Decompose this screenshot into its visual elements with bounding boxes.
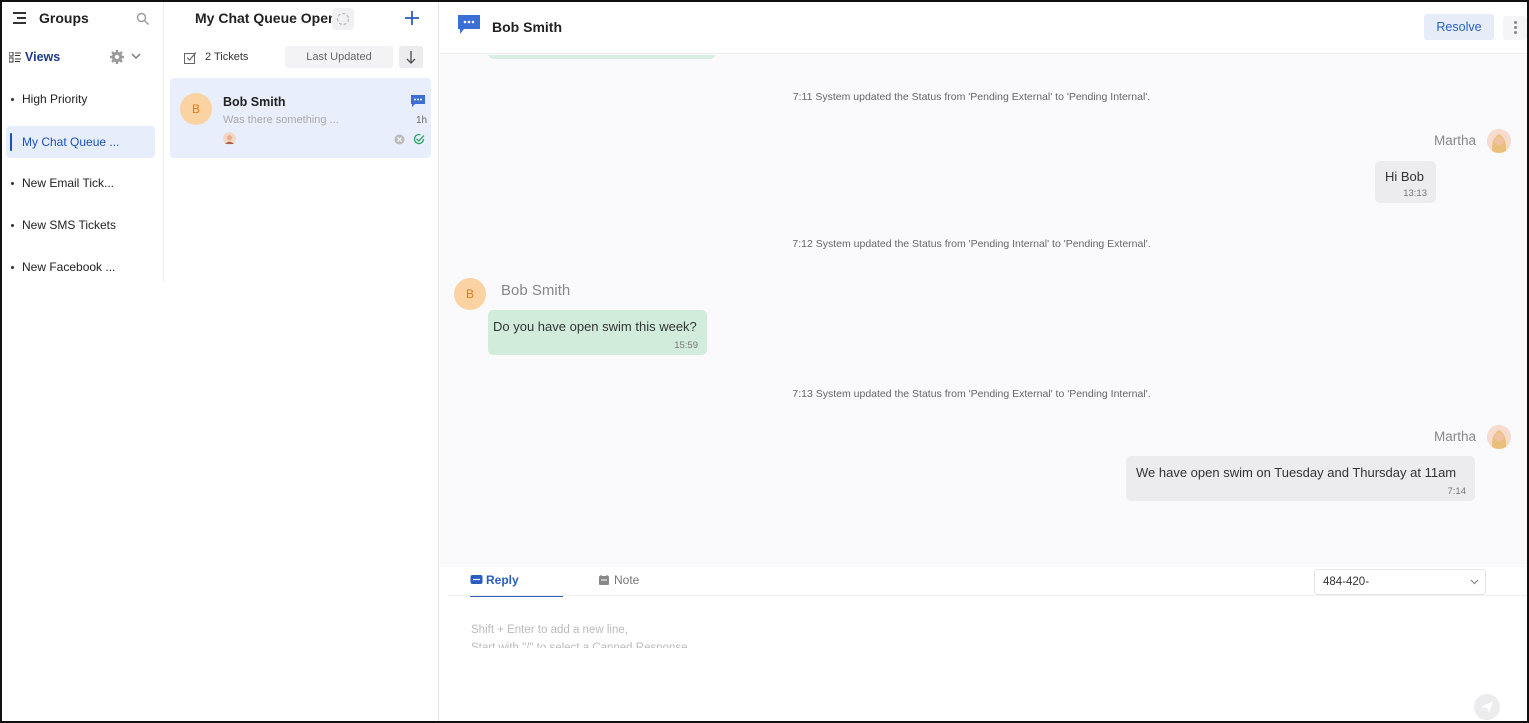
close-circle-icon[interactable]: [394, 134, 405, 145]
tab-reply[interactable]: Reply: [470, 573, 563, 597]
message-input[interactable]: Shift + Enter to add a new line, Start w…: [471, 621, 1071, 648]
refresh-icon: [336, 12, 350, 26]
gear-icon[interactable]: [109, 49, 125, 65]
agent-name: Martha: [1434, 429, 1477, 444]
resolve-button[interactable]: Resolve: [1424, 14, 1494, 40]
tickets-count: 2 Tickets: [205, 51, 249, 63]
tab-note[interactable]: Note: [598, 573, 658, 597]
send-icon[interactable]: [1474, 694, 1500, 720]
queue-panel: My Chat Queue Open 2 Tickets Last Update…: [165, 2, 439, 721]
reply-composer: Reply Note 484-420- Shift + Enter to add…: [448, 567, 1527, 648]
arrow-down-icon: [406, 51, 416, 64]
views-row: Views: [2, 46, 164, 70]
conversation-header: Bob Smith Resolve: [440, 2, 1527, 54]
ticket-time: 1h: [416, 115, 428, 126]
system-message: 7:11 System updated the Status from 'Pen…: [792, 91, 1151, 103]
tickets-toolbar: 2 Tickets Last Updated: [165, 46, 439, 70]
view-item-new-sms-tickets[interactable]: New SMS Tickets: [6, 209, 155, 241]
sort-select[interactable]: Last Updated: [285, 46, 393, 68]
customer-name: Bob Smith: [501, 282, 571, 299]
refresh-button[interactable]: [332, 8, 354, 30]
message-time: 15:59: [674, 340, 698, 351]
note-icon: [599, 575, 609, 585]
chevron-down-icon: [1470, 579, 1479, 585]
placeholder-line: Start with "/" to select a Canned Respon…: [471, 642, 688, 648]
sort-direction-button[interactable]: [399, 46, 423, 68]
customer-message-bubble: Do you have open swim this week? 15:59: [488, 310, 707, 355]
agent-message-bubble: Hi Bob 13:13: [1375, 161, 1436, 203]
queue-title: My Chat Queue Open: [195, 10, 337, 26]
view-item-my-chat-queue[interactable]: My Chat Queue ...: [6, 126, 155, 158]
chat-channel-icon: [411, 95, 425, 107]
placeholder-line: Shift + Enter to add a new line,: [471, 624, 628, 636]
check-circle-icon[interactable]: [413, 133, 425, 145]
agent-avatar-icon: [223, 132, 236, 145]
message-list[interactable]: 7:11 System updated the Status from 'Pen…: [440, 55, 1527, 567]
tab-note-label: Note: [614, 573, 640, 587]
message-text: Hi Bob: [1385, 169, 1425, 184]
groups-title: Groups: [39, 10, 89, 26]
ticket-card[interactable]: B Bob Smith Was there something ... 1h: [170, 78, 431, 158]
conversation-panel: Bob Smith Resolve 7:11 System updated th…: [440, 2, 1527, 721]
add-icon[interactable]: [402, 8, 422, 28]
app-window: Groups Views High Priority My Chat Queue…: [0, 0, 1529, 723]
message-time: 7:14: [1447, 486, 1467, 497]
message-time: 13:13: [1403, 188, 1427, 199]
customer-avatar: B: [180, 93, 212, 125]
previous-message-bubble: [488, 55, 716, 59]
view-item-high-priority[interactable]: High Priority: [6, 83, 155, 115]
customer-avatar: B: [454, 278, 486, 310]
search-icon[interactable]: [136, 12, 150, 26]
chat-icon: [458, 15, 480, 34]
menu-icon[interactable]: [13, 12, 26, 24]
phone-number-select[interactable]: 484-420-: [1314, 569, 1486, 595]
system-message: 7:12 System updated the Status from 'Pen…: [792, 238, 1151, 250]
chevron-down-icon[interactable]: [131, 52, 141, 60]
groups-header: Groups: [2, 2, 164, 36]
view-item-new-email-tickets[interactable]: New Email Tick...: [6, 167, 155, 199]
ticket-customer-name: Bob Smith: [223, 95, 286, 109]
system-message: 7:13 System updated the Status from 'Pen…: [792, 388, 1151, 400]
more-options-icon[interactable]: [1503, 16, 1527, 40]
conversation-title: Bob Smith: [492, 19, 562, 35]
message-text: Do you have open swim this week?: [493, 319, 697, 334]
view-item-new-facebook[interactable]: New Facebook ...: [6, 251, 155, 283]
views-list-icon: [9, 52, 21, 63]
groups-sidebar: Groups Views High Priority My Chat Queue…: [2, 2, 164, 282]
agent-avatar: [1487, 425, 1511, 449]
agent-name: Martha: [1434, 133, 1477, 148]
reply-icon: [470, 575, 483, 584]
tab-reply-label: Reply: [486, 573, 519, 587]
select-all-checkbox-icon[interactable]: [184, 51, 197, 64]
views-label: Views: [25, 50, 61, 64]
agent-message-bubble: We have open swim on Tuesday and Thursda…: [1126, 456, 1475, 501]
phone-number-value: 484-420-: [1323, 576, 1370, 588]
ticket-preview: Was there something ...: [223, 114, 339, 126]
agent-avatar: [1487, 129, 1511, 153]
message-text: We have open swim on Tuesday and Thursda…: [1136, 465, 1457, 480]
tabs-divider: [448, 595, 1527, 596]
